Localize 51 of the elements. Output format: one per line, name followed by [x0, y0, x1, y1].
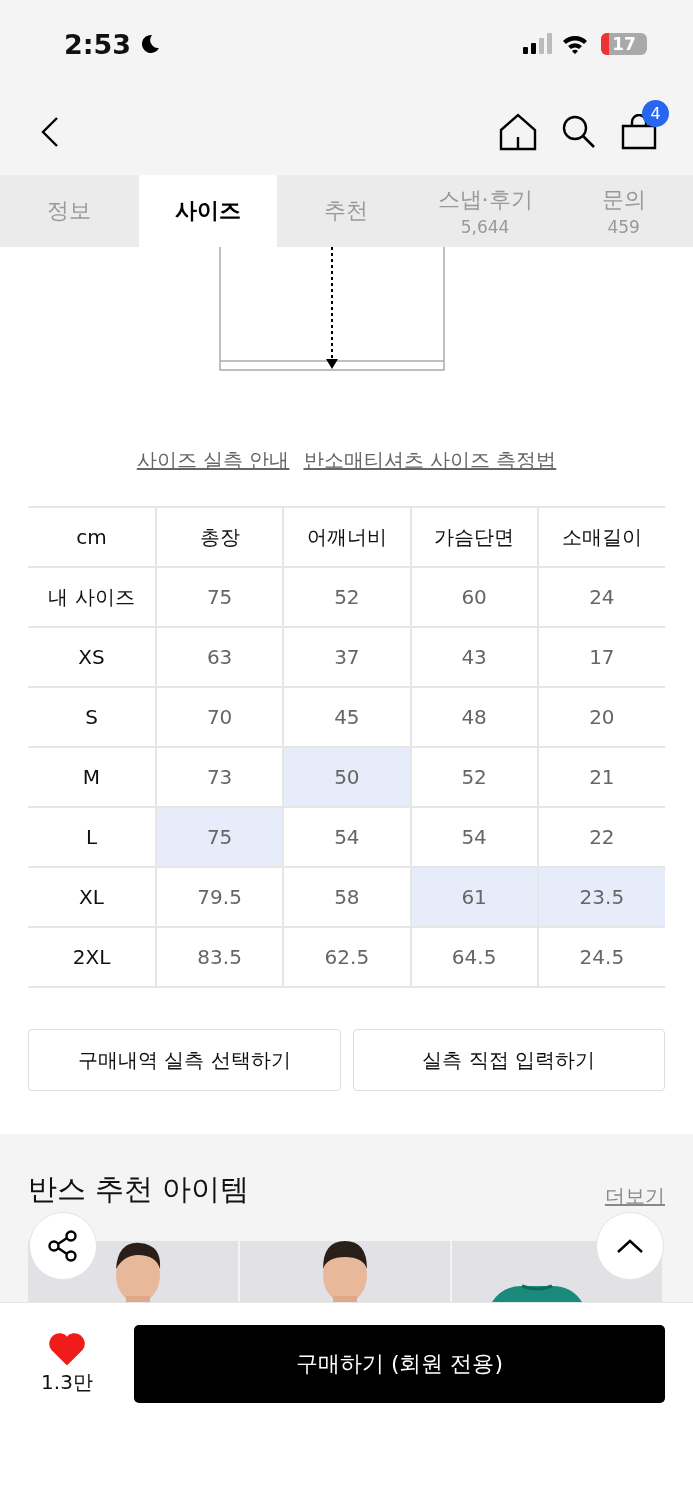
table-cell: 64.5 [410, 927, 538, 987]
column-header: 가슴단면 [410, 507, 538, 567]
size-label: 2XL [28, 927, 156, 987]
heart-icon[interactable] [49, 1333, 85, 1365]
table-cell: 58 [283, 867, 411, 927]
table-cell: 75 [156, 567, 284, 627]
buy-button[interactable]: 구매하기 (회원 전용) [134, 1325, 665, 1403]
wifi-icon [561, 33, 589, 55]
moon-icon [139, 33, 162, 55]
home-icon[interactable] [499, 112, 537, 151]
clock-time: 2:53 [64, 28, 132, 60]
column-header: 소매길이 [537, 507, 665, 567]
table-cell: 70 [156, 687, 284, 747]
table-cell: 43 [410, 627, 538, 687]
table-cell: 83.5 [156, 927, 284, 987]
unit-header: cm [28, 507, 156, 567]
table-cell: 63 [156, 627, 284, 687]
size-label: M [28, 747, 156, 807]
table-cell: 52 [410, 747, 538, 807]
table-cell: 37 [283, 627, 411, 687]
column-header: 어깨너비 [283, 507, 411, 567]
table-cell: 48 [410, 687, 538, 747]
size-label: XS [28, 627, 156, 687]
table-cell: 23.5 [537, 867, 665, 927]
table-cell: 75 [156, 807, 284, 867]
size-label: 내 사이즈 [28, 567, 156, 627]
size-label: XL [28, 867, 156, 927]
table-cell: 79.5 [156, 867, 284, 927]
more-link[interactable]: 더보기 [605, 1183, 665, 1210]
table-cell: 62.5 [283, 927, 411, 987]
table-cell: 52 [283, 567, 411, 627]
guide-link[interactable]: 반소매티셔츠 사이즈 측정법 [303, 447, 557, 477]
column-header: 총장 [156, 507, 284, 567]
table-cell: 60 [410, 567, 538, 627]
battery-indicator: 17 [601, 33, 647, 55]
search-icon[interactable] [561, 113, 597, 150]
share-icon [46, 1229, 80, 1263]
measure-button[interactable]: 실측 직접 입력하기 [352, 1029, 665, 1091]
cart-count-badge: 4 [642, 99, 669, 127]
size-label: S [28, 687, 156, 747]
measure-button[interactable]: 구매내역 실측 선택하기 [28, 1029, 341, 1091]
table-cell: 61 [410, 867, 538, 927]
section-title: 반스 추천 아이템 [28, 1171, 250, 1208]
table-cell: 50 [283, 747, 411, 807]
guide-link[interactable]: 사이즈 실측 안내 [136, 447, 290, 477]
chevron-up-icon [616, 1238, 644, 1254]
back-icon[interactable] [40, 115, 60, 148]
signal-icon [523, 33, 553, 55]
like-count: 1.3만 [41, 1369, 93, 1396]
table-cell: 54 [283, 807, 411, 867]
tab[interactable]: 사이즈 [138, 175, 278, 247]
